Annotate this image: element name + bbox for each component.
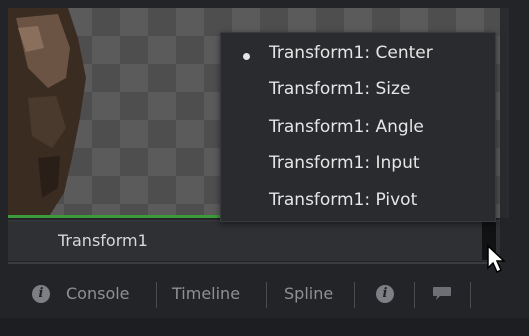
menu-item-angle[interactable]: Transform1: Angle [269,117,424,141]
mouse-pointer-icon [486,244,508,274]
app-window: Transform1 Transform1: Center Transform1… [0,0,529,336]
viewer-right-scrollbar[interactable] [500,8,509,218]
viewer-status-bar: Transform1 [8,220,500,261]
viewer-image-content [8,8,88,218]
panel-divider[interactable] [8,262,500,264]
tab-timeline[interactable]: Timeline [172,284,240,303]
tab-separator [156,282,157,308]
info-icon[interactable]: i [376,285,394,303]
viewer-progress-line [8,215,238,218]
context-menu: Transform1: Center Transform1: Size Tran… [220,32,496,222]
menu-item-center[interactable]: Transform1: Center [269,43,433,67]
tab-separator [266,282,267,308]
panel-tabs: i Console Timeline Spline i [8,274,529,318]
tab-console[interactable]: Console [66,284,130,303]
bottom-strip [0,318,529,336]
menu-item-input[interactable]: Transform1: Input [269,153,420,177]
info-icon[interactable]: i [32,285,50,303]
viewer-node-label[interactable]: Transform1 [58,231,148,250]
tab-separator [470,282,471,308]
menu-item-size[interactable]: Transform1: Size [269,79,410,103]
tab-separator [354,282,355,308]
chat-bubble-icon[interactable] [432,286,452,301]
tab-separator [414,282,415,308]
tab-spline[interactable]: Spline [284,284,333,303]
selected-bullet-icon [243,53,250,60]
menu-item-pivot[interactable]: Transform1: Pivot [269,190,417,214]
